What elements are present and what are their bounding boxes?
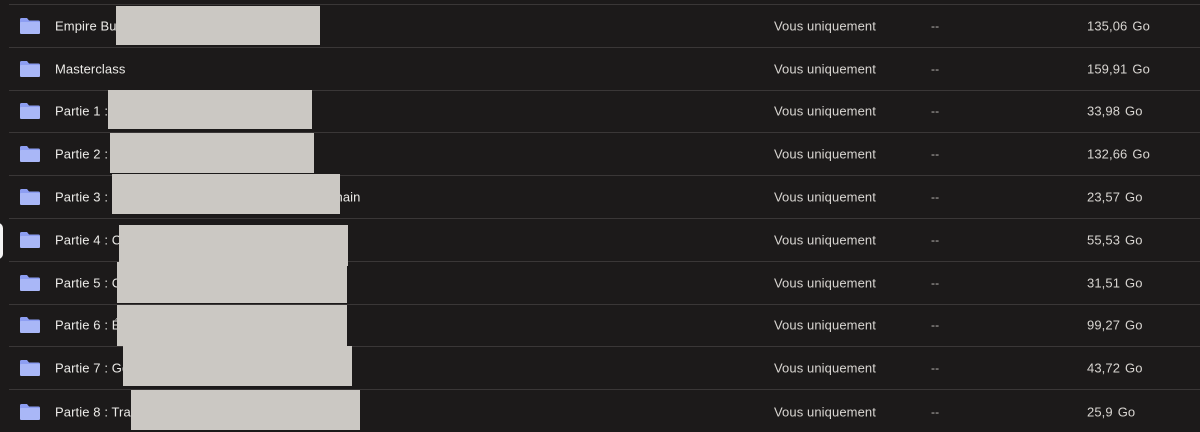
- file-name[interactable]: Partie 8 : Tra: [55, 404, 131, 419]
- folder-icon: [20, 360, 40, 377]
- modified-date: --: [931, 147, 940, 162]
- table-row[interactable]: Masterclass Vous uniquement -- 159,91 Go: [9, 48, 1200, 91]
- folder-icon: [20, 17, 40, 34]
- size-unit: Go: [1125, 360, 1143, 376]
- redaction-block: [123, 346, 352, 386]
- size-unit: Go: [1125, 275, 1143, 291]
- access-label: Vous uniquement: [774, 232, 876, 248]
- folder-icon: [20, 60, 40, 77]
- size-value: 33,98: [1087, 103, 1121, 119]
- modified-date: --: [931, 61, 940, 76]
- redaction-block: [117, 262, 347, 303]
- file-size: 135,06 Go: [1087, 18, 1150, 33]
- redaction-block: [119, 225, 348, 266]
- modified-date: --: [931, 104, 940, 119]
- access-label: Vous uniquement: [774, 317, 876, 333]
- size-value: 99,27: [1087, 317, 1121, 333]
- folder-icon: [20, 103, 40, 120]
- file-name[interactable]: Masterclass: [55, 61, 125, 76]
- folder-icon: [20, 274, 40, 291]
- access-label: Vous uniquement: [774, 18, 876, 34]
- folder-icon: [20, 189, 40, 206]
- modified-date: --: [931, 18, 940, 33]
- access-label: Vous uniquement: [774, 189, 876, 205]
- file-size: 23,57 Go: [1087, 190, 1143, 205]
- file-name[interactable]: Partie 4 : C: [55, 232, 121, 247]
- size-unit: Go: [1125, 317, 1143, 333]
- modified-date: --: [931, 404, 940, 419]
- redaction-block: [112, 174, 340, 214]
- file-size: 55,53 Go: [1087, 232, 1143, 247]
- size-unit: Go: [1117, 404, 1136, 420]
- size-value: 43,72: [1087, 360, 1121, 376]
- folder-icon: [20, 317, 40, 334]
- file-name[interactable]: Partie 7 : Ge: [55, 361, 129, 376]
- redaction-block: [117, 305, 347, 346]
- access-label: Vous uniquement: [774, 404, 876, 420]
- folder-icon: [20, 403, 40, 420]
- modified-date: --: [931, 232, 940, 247]
- size-unit: Go: [1125, 189, 1143, 205]
- file-size: 31,51 Go: [1087, 275, 1143, 290]
- file-size: 43,72 Go: [1087, 361, 1143, 376]
- modified-date: --: [931, 361, 940, 376]
- redaction-block: [108, 90, 312, 129]
- file-size: 33,98 Go: [1087, 104, 1143, 119]
- access-label: Vous uniquement: [774, 103, 876, 119]
- size-value: 159,91: [1087, 61, 1128, 77]
- modified-date: --: [931, 190, 940, 205]
- folder-icon: [20, 146, 40, 163]
- file-size: 159,91 Go: [1087, 61, 1150, 76]
- redaction-block: [131, 390, 360, 430]
- size-value: 23,57: [1087, 189, 1121, 205]
- folder-icon: [20, 231, 40, 248]
- file-name[interactable]: Empire Bu: [55, 18, 117, 33]
- access-label: Vous uniquement: [774, 360, 876, 376]
- edge-handle[interactable]: [0, 223, 3, 259]
- access-label: Vous uniquement: [774, 61, 876, 77]
- size-unit: Go: [1125, 103, 1143, 119]
- size-value: 25,9: [1087, 404, 1113, 420]
- size-unit: Go: [1132, 18, 1150, 34]
- size-unit: Go: [1132, 61, 1150, 77]
- size-value: 135,06: [1087, 18, 1128, 34]
- modified-date: --: [931, 318, 940, 333]
- redaction-block: [110, 133, 314, 173]
- file-size: 99,27 Go: [1087, 318, 1143, 333]
- access-label: Vous uniquement: [774, 146, 876, 162]
- file-name[interactable]: Partie 1 :: [55, 104, 108, 119]
- modified-date: --: [931, 275, 940, 290]
- size-value: 31,51: [1087, 275, 1121, 291]
- redaction-block: [116, 6, 320, 45]
- file-size: 132,66 Go: [1087, 147, 1150, 162]
- size-unit: Go: [1125, 232, 1143, 248]
- size-value: 132,66: [1087, 146, 1128, 162]
- file-size: 25,9 Go: [1087, 404, 1135, 419]
- size-value: 55,53: [1087, 232, 1121, 248]
- size-unit: Go: [1132, 146, 1150, 162]
- access-label: Vous uniquement: [774, 275, 876, 291]
